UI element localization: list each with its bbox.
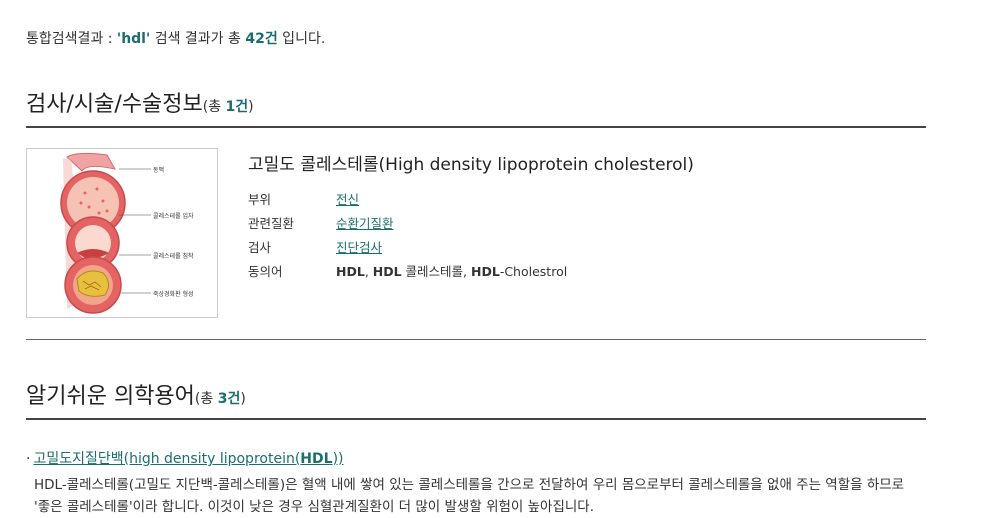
total-suffix: ) — [248, 99, 254, 115]
syn-hdl-2: HDL — [372, 263, 402, 279]
artery-illustration: 동맥 콜레스테롤 입자 콜레스테롤 침착 죽상경화판 형성 — [60, 152, 194, 314]
test-link[interactable]: 진단검사 — [336, 240, 382, 255]
summary-suffix: 입니다. — [277, 31, 326, 47]
syn-sep-1: , — [364, 263, 373, 279]
item-title[interactable]: 고밀도 콜레스테롤(High density lipoprotein chole… — [248, 150, 694, 175]
summary-prefix: 통합검색결과 : — [26, 31, 117, 47]
term-description: HDL-콜레스테롤(고밀도 지단백-콜레스테롤)은 혈액 내에 쌓여 있는 콜레… — [34, 477, 905, 515]
total-prefix: (총 — [194, 391, 218, 407]
item-divider — [26, 339, 926, 340]
info-label-test: 검사 — [248, 239, 272, 255]
section-title-procedures: 검사/시술/수술정보(총 1건) — [26, 86, 254, 118]
info-row-test: 검사 진단검사 — [248, 234, 567, 258]
info-label-synonym: 동의어 — [248, 263, 283, 279]
info-label-disease: 관련질환 — [248, 215, 295, 231]
section-total: (총 1건) — [203, 99, 254, 115]
section-title-text: 검사/시술/수술정보 — [26, 92, 203, 117]
term-link-text: 고밀도지질단백(high density lipoprotein( — [33, 451, 301, 467]
total-prefix: (총 — [202, 99, 226, 115]
bullet: · — [26, 451, 31, 467]
item-info-table: 부위 전신 관련질환 순환기질환 검사 진단검사 동의어 HDL, HDL 콜레… — [248, 186, 567, 282]
info-row-synonym: 동의어 HDL, HDL 콜레스테롤, HDL-Cholestrol — [248, 258, 567, 282]
info-row-disease: 관련질환 순환기질환 — [248, 210, 567, 234]
result-count: 42건 — [245, 31, 278, 47]
synonym-value: HDL, HDL 콜레스테롤, HDL-Cholestrol — [336, 261, 567, 280]
image-label-particle: 콜레스테롤 입자 — [153, 212, 194, 220]
section-divider — [26, 418, 926, 420]
summary-middle: 검색 결과가 총 — [150, 31, 246, 47]
search-results-page: 통합검색결과 : 'hdl' 검색 결과가 총 42건 입니다. 검사/시술/수… — [0, 0, 989, 515]
part-link[interactable]: 전신 — [336, 192, 359, 207]
info-label-part: 부위 — [248, 191, 272, 207]
image-label-deposit: 콜레스테롤 침착 — [153, 252, 194, 260]
term-entry: · 고밀도지질단백(high density lipoprotein(HDL)) — [26, 448, 344, 468]
image-label-plaque: 죽상경화판 형성 — [153, 290, 194, 298]
syn-sep-2: 콜레스테롤, — [401, 263, 471, 279]
section-total: (총 3건) — [195, 391, 246, 407]
section-divider — [26, 126, 926, 128]
total-suffix: ) — [240, 391, 246, 407]
cholesterol-artery-image[interactable]: 동맥 콜레스테롤 입자 콜레스테롤 침착 죽상경화판 형성 — [26, 148, 218, 318]
term-link-tail: )) — [332, 451, 344, 467]
search-query: 'hdl' — [116, 31, 151, 47]
total-count: 3건 — [217, 391, 241, 407]
total-count: 1건 — [225, 99, 249, 115]
syn-hdl-1: HDL — [336, 263, 365, 279]
term-link[interactable]: 고밀도지질단백(high density lipoprotein(HDL)) — [33, 451, 343, 467]
disease-link[interactable]: 순환기질환 — [336, 216, 394, 231]
term-link-bold: HDL — [300, 451, 333, 467]
section-title-terms: 알기쉬운 의학용어(총 3건) — [26, 378, 246, 410]
search-summary: 통합검색결과 : 'hdl' 검색 결과가 총 42건 입니다. — [26, 28, 325, 48]
syn-hdl-3: HDL — [471, 263, 500, 279]
info-row-part: 부위 전신 — [248, 186, 567, 210]
syn-tail: -Cholestrol — [499, 263, 568, 279]
image-label-artery: 동맥 — [153, 166, 164, 174]
section-title-text: 알기쉬운 의학용어 — [26, 384, 195, 409]
